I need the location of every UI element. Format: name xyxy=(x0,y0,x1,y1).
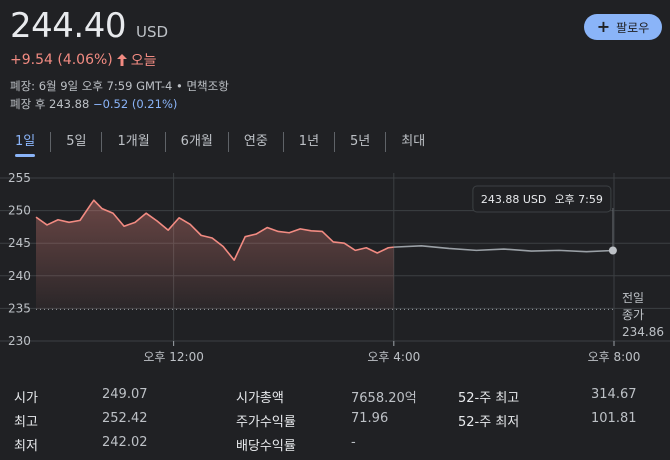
y-tick-label: 245 xyxy=(8,236,31,250)
y-tick-label: 230 xyxy=(8,334,31,348)
tab-1m[interactable]: 1개월 xyxy=(102,132,166,152)
price-change: +9.54 (4.06%) 오늘 xyxy=(10,50,157,70)
after-hours-change: −0.52 (0.21%) xyxy=(92,97,178,111)
stat-value: 249.07 xyxy=(102,387,148,402)
tab-max[interactable]: 최대 xyxy=(386,132,440,152)
after-hours-line xyxy=(393,245,613,253)
previous-close-label: 234.86 xyxy=(622,325,664,339)
after-hours-info: 폐장 후 243.88 −0.52 (0.21%) xyxy=(10,96,177,112)
tooltip-price: 243.88 USD xyxy=(481,193,547,206)
price-chart[interactable]: 255 250 245 240 235 230 오후 12:00 오후 4:00 오후 8:00… xyxy=(0,168,670,373)
close-info: 폐장: 6월 9일 오후 7:59 GMT-4 • 면책조항 xyxy=(10,79,229,93)
previous-close-label: 전일 xyxy=(622,291,644,305)
follow-button[interactable]: + 팔로우 xyxy=(584,14,662,40)
follow-label: 팔로우 xyxy=(616,20,650,35)
tab-6m[interactable]: 6개월 xyxy=(166,132,229,152)
last-price-dot xyxy=(608,246,617,255)
tooltip-time: 오후 7:59 xyxy=(554,193,602,206)
y-tick-label: 235 xyxy=(8,301,31,315)
tab-1y[interactable]: 1년 xyxy=(284,132,336,152)
stat-label: 최고 xyxy=(14,415,38,430)
stat-label: 52-주 최고 xyxy=(458,391,520,406)
stat-label: 시가총액 xyxy=(236,391,284,406)
x-tick-label: 오후 4:00 xyxy=(367,350,420,364)
arrow-up-icon xyxy=(116,54,127,66)
tab-1d[interactable]: 1일 xyxy=(0,132,52,157)
y-tick-label: 255 xyxy=(8,171,31,185)
currency-label: USD xyxy=(135,23,169,41)
tab-5d[interactable]: 5일 xyxy=(51,132,103,152)
x-tick-label: 오후 8:00 xyxy=(588,350,641,364)
stat-value: 242.02 xyxy=(102,435,148,450)
change-period: 오늘 xyxy=(130,53,157,69)
stat-value: - xyxy=(351,435,356,450)
y-tick-label: 240 xyxy=(8,269,31,283)
regular-session-fill xyxy=(36,200,394,310)
after-hours-label: 폐장 후 243.88 xyxy=(10,97,90,111)
quote-header: 244.40 USD xyxy=(10,6,168,46)
stat-label: 시가 xyxy=(14,391,38,406)
change-value: +9.54 (4.06%) xyxy=(10,52,113,68)
previous-close-label: 종가 xyxy=(622,308,644,322)
current-price: 244.40 xyxy=(10,6,126,46)
stat-label: 주가수익률 xyxy=(236,415,296,430)
y-tick-label: 250 xyxy=(8,204,31,218)
plus-icon: + xyxy=(596,17,611,36)
tab-ytd[interactable]: 연중 xyxy=(229,132,284,152)
stat-label: 최저 xyxy=(14,439,38,454)
tab-5y[interactable]: 5년 xyxy=(335,132,387,152)
stat-value: 71.96 xyxy=(351,411,389,426)
stat-value: 314.67 xyxy=(591,387,637,402)
x-tick-label: 오후 12:00 xyxy=(143,350,203,364)
stat-label: 배당수익률 xyxy=(236,439,296,454)
stat-value: 252.42 xyxy=(102,411,148,426)
stat-value: 7658.20억 xyxy=(351,391,417,406)
stat-label: 52-주 최저 xyxy=(458,415,520,430)
stat-value: 101.81 xyxy=(591,411,637,426)
range-tabs: 1일 5일 1개월 6개월 연중 1년 5년 최대 xyxy=(0,130,440,157)
